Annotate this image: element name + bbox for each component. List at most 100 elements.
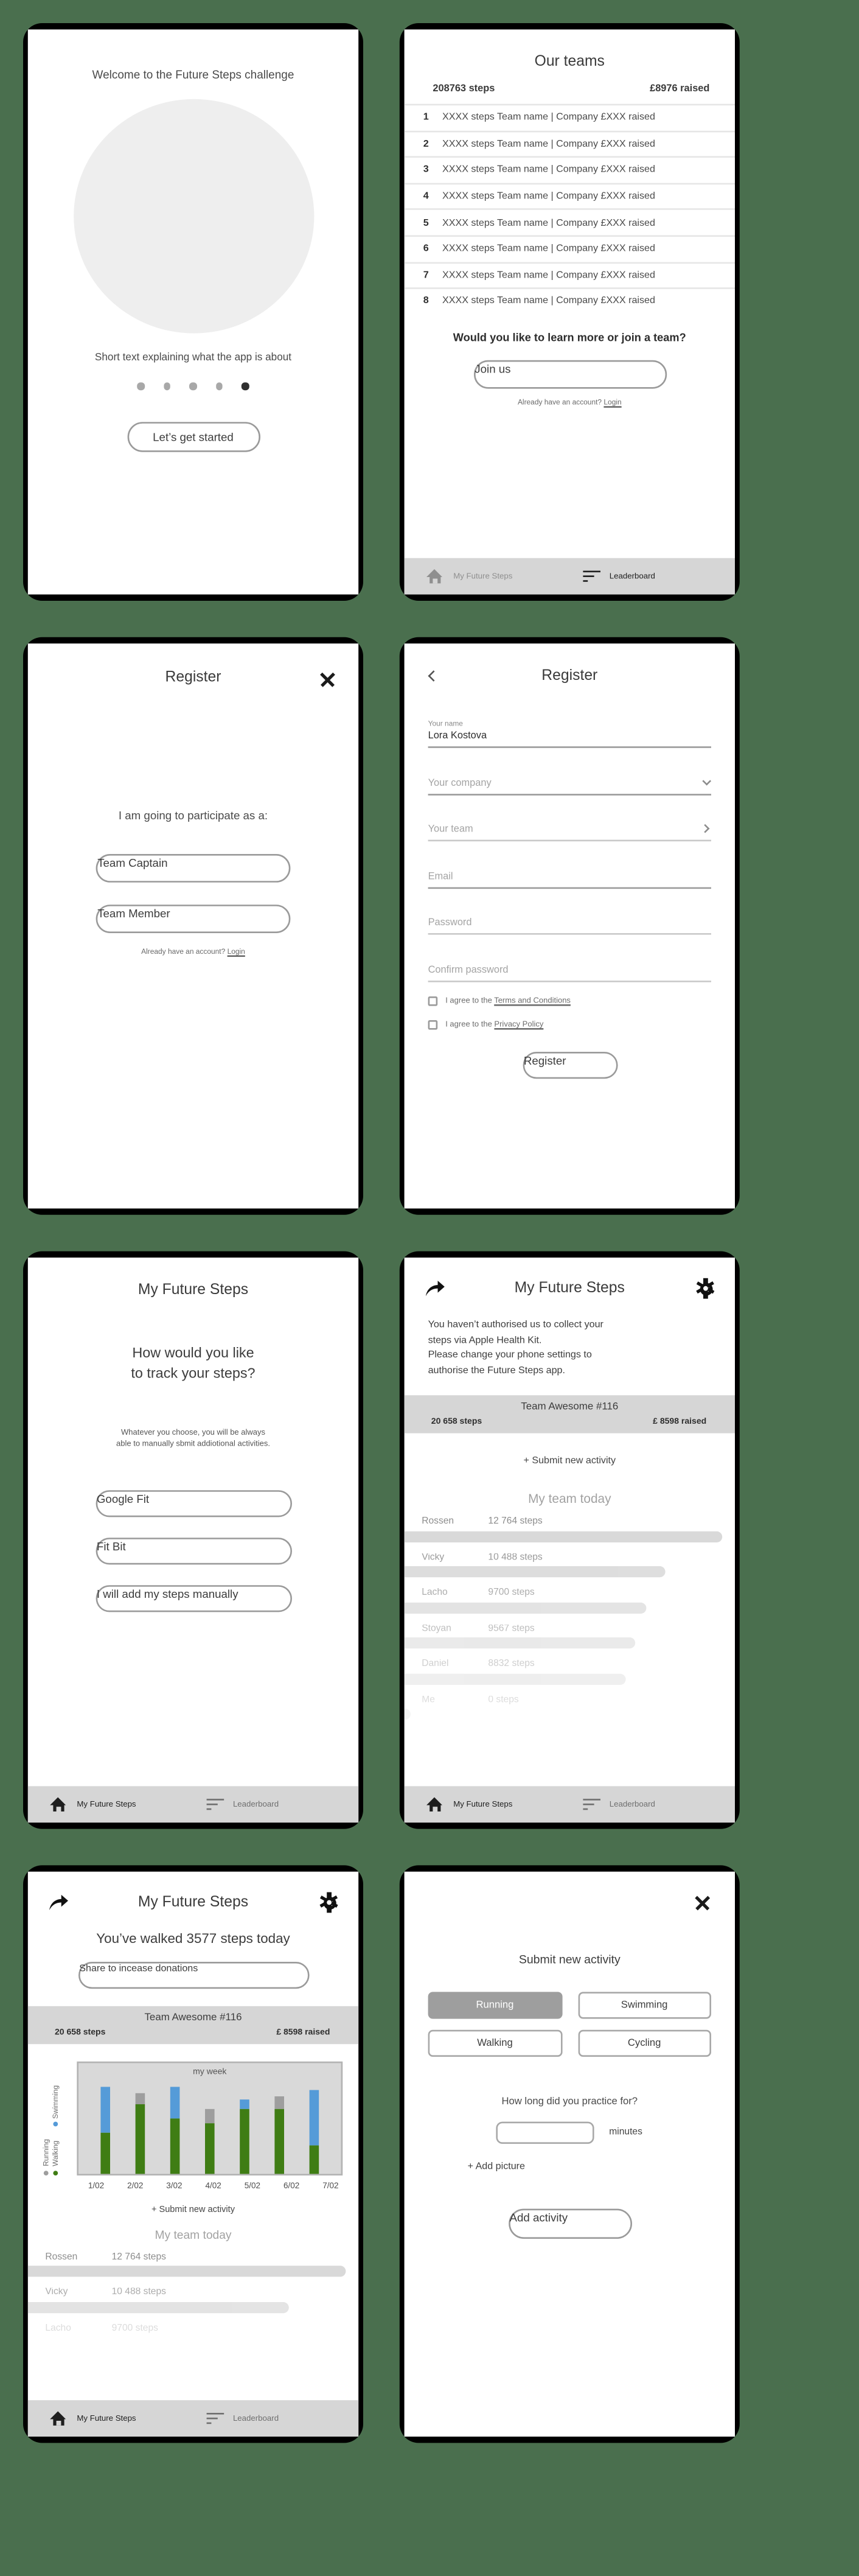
close-icon[interactable] — [319, 670, 336, 688]
privacy-link[interactable]: Privacy Policy — [494, 1020, 543, 1029]
table-row[interactable]: 7 XXXX steps Team name | Company £XXX ra… — [404, 261, 735, 287]
list-item: Lacho 9700 steps — [404, 1589, 735, 1614]
pagination-dot-active[interactable] — [242, 382, 249, 390]
pagination-dots[interactable] — [137, 382, 249, 390]
list-item: Rossen 12 764 steps — [404, 1517, 735, 1542]
nav-my-future-steps[interactable]: My Future Steps — [28, 1796, 200, 1812]
add-activity-button[interactable]: Add activity — [507, 2208, 631, 2239]
table-row[interactable]: 8 XXXX steps Team name | Company £XXX ra… — [404, 287, 735, 314]
member-name: Rossen — [422, 1517, 454, 1528]
table-row[interactable]: 1 XXXX steps Team name | Company £XXX ra… — [404, 103, 735, 130]
company-select[interactable]: Your company — [428, 777, 711, 793]
table-row[interactable]: 4 XXXX steps Team name | Company £XXX ra… — [404, 183, 735, 209]
pagination-dot[interactable] — [163, 382, 171, 390]
field-your-name[interactable]: Your name Lora Kostova — [428, 719, 711, 747]
google-fit-button[interactable]: Google Fit — [95, 1489, 291, 1517]
activity-option-cycling[interactable]: Cycling — [577, 2029, 711, 2057]
activity-option-walking[interactable]: Walking — [428, 2029, 562, 2057]
name-input[interactable]: Lora Kostova — [428, 730, 711, 746]
track-question: How would you like to track your steps? — [50, 1343, 336, 1383]
login-link[interactable]: Login — [603, 398, 621, 406]
nav-label: Leaderboard — [609, 1799, 655, 1810]
login-hint-text: Already have an account? — [141, 947, 228, 956]
nav-my-future-steps[interactable]: My Future Steps — [28, 2410, 200, 2426]
confirm-password-field[interactable]: Confirm password — [428, 965, 711, 981]
submit-new-activity-link[interactable]: + Submit new activity — [405, 1456, 735, 1467]
field-underline — [428, 746, 711, 747]
table-row[interactable]: 6 XXXX steps Team name | Company £XXX ra… — [404, 235, 735, 261]
terms-checkbox[interactable] — [428, 995, 438, 1006]
track-note-line1: Whatever you choose, you will be always — [120, 1427, 266, 1438]
welcome-heading: Welcome to the Future Steps challenge — [92, 67, 294, 82]
login-link[interactable]: Login — [228, 947, 245, 955]
terms-checkbox-row[interactable]: I agree to the Terms and Conditions — [428, 995, 711, 1006]
table-row[interactable]: 2 XXXX steps Team name | Company £XXX ra… — [404, 130, 735, 156]
pagination-dot[interactable] — [215, 382, 223, 390]
close-icon[interactable] — [694, 1894, 711, 1911]
password-field[interactable]: Password — [428, 918, 711, 934]
submit-new-activity-link[interactable]: + Submit new activity — [28, 2205, 358, 2214]
team-rank: 3 — [423, 164, 429, 176]
gear-icon[interactable] — [696, 1278, 715, 1298]
header — [428, 1894, 711, 1911]
member-name: Rossen — [45, 2252, 78, 2262]
activity-option-swimming[interactable]: Swimming — [577, 1992, 711, 2019]
field-your-team[interactable]: Your team — [428, 824, 711, 841]
get-started-button[interactable]: Let’s get started — [127, 421, 260, 452]
field-email[interactable]: Email — [428, 871, 711, 888]
nav-label: Leaderboard — [609, 571, 655, 581]
pagination-dot[interactable] — [137, 382, 145, 390]
nav-leaderboard[interactable]: Leaderboard — [200, 1797, 279, 1811]
pagination-dot[interactable] — [189, 382, 197, 390]
bottom-navigation: My Future Steps Leaderboard — [404, 1786, 735, 1823]
field-password[interactable]: Password — [428, 918, 711, 935]
terms-text: I agree to the Terms and Conditions — [445, 995, 571, 1006]
member-steps: 8832 steps — [488, 1660, 535, 1670]
phone-frame-track-steps: My Future Steps How would you like to tr… — [23, 1251, 363, 1829]
nav-leaderboard[interactable]: Leaderboard — [576, 569, 655, 583]
table-row[interactable]: 3 XXXX steps Team name | Company £XXX ra… — [404, 156, 735, 183]
field-confirm-password[interactable]: Confirm password — [428, 965, 711, 982]
privacy-checkbox[interactable] — [428, 1019, 438, 1029]
manual-steps-button[interactable]: I will add my steps manually — [95, 1584, 291, 1612]
gear-icon[interactable] — [319, 1892, 339, 1913]
terms-link[interactable]: Terms and Conditions — [494, 996, 571, 1006]
list-item: Rossen 12 764 steps — [27, 2252, 358, 2277]
nav-label: My Future Steps — [453, 571, 513, 581]
page-title: Submit new activity — [518, 1952, 621, 1967]
add-picture-link[interactable]: + Add picture — [468, 2161, 711, 2172]
member-name: Vicky — [45, 2287, 68, 2298]
team-rank: 6 — [423, 243, 429, 255]
field-your-company[interactable]: Your company — [428, 776, 711, 794]
duration-input[interactable] — [496, 2121, 595, 2144]
team-member-button[interactable]: Team Member — [96, 905, 291, 933]
fitbit-button[interactable]: Fit Bit — [95, 1536, 291, 1564]
team-captain-button[interactable]: Team Captain — [96, 854, 291, 883]
track-note-line2: able to manually sbmit addiotional activ… — [116, 1440, 270, 1449]
register-submit-button[interactable]: Register — [522, 1051, 617, 1079]
total-steps: 208763 steps — [433, 83, 495, 94]
privacy-checkbox-row[interactable]: I agree to the Privacy Policy — [428, 1019, 711, 1029]
leaderboard-icon — [206, 2411, 224, 2425]
screen-welcome: Welcome to the Future Steps challenge Sh… — [27, 29, 359, 595]
nav-leaderboard[interactable]: Leaderboard — [200, 2411, 279, 2425]
join-us-button[interactable]: Join us — [473, 360, 666, 388]
back-chevron-icon[interactable] — [428, 670, 439, 682]
team-select[interactable]: Your team — [428, 824, 711, 840]
share-donations-button[interactable]: Share to incease donations — [77, 1962, 309, 1989]
my-team-today-heading: My team today — [155, 2227, 232, 2241]
table-row[interactable]: 5 XXXX steps Team name | Company £XXX ra… — [404, 209, 735, 235]
team-summary-band: Team Awesome #116 20 658 steps £ 8598 ra… — [404, 1396, 735, 1434]
field-underline — [428, 793, 711, 794]
activity-option-running[interactable]: Running — [428, 1992, 562, 2019]
phone-frame-register-choice: Register I am going to participate as a:… — [23, 637, 363, 1215]
welcome-subtext: Short text explaining what the app is ab… — [94, 352, 292, 363]
member-steps: 10 488 steps — [488, 1553, 543, 1563]
email-field[interactable]: Email — [428, 871, 711, 887]
nav-my-future-steps[interactable]: My Future Steps — [405, 568, 577, 584]
bar-column — [274, 2085, 285, 2174]
nav-my-future-steps[interactable]: My Future Steps — [405, 1796, 577, 1812]
share-icon[interactable] — [425, 1279, 445, 1297]
nav-leaderboard[interactable]: Leaderboard — [576, 1797, 655, 1811]
share-icon[interactable] — [49, 1894, 69, 1911]
